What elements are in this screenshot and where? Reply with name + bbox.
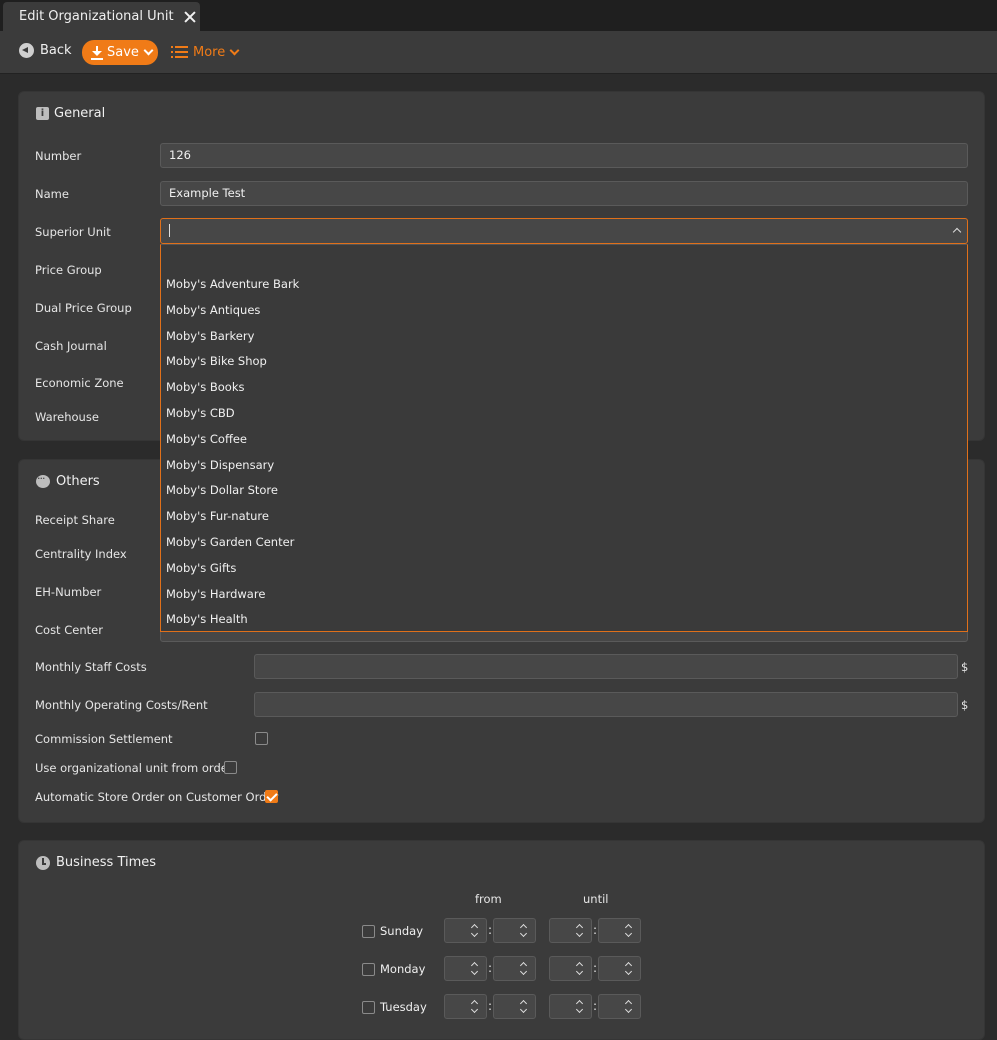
dropdown-option[interactable]: Moby's Gifts — [166, 561, 236, 575]
cash-journal-label: Cash Journal — [35, 339, 107, 353]
currency-symbol: $ — [961, 698, 969, 712]
dropdown-option[interactable]: Moby's Dollar Store — [166, 483, 278, 497]
dropdown-option[interactable]: Moby's Books — [166, 380, 244, 394]
use-org-unit-checkbox[interactable] — [224, 761, 237, 774]
staff-costs-input[interactable] — [254, 654, 958, 679]
day-checkbox[interactable] — [362, 1000, 375, 1014]
until-hour-spinner[interactable] — [549, 956, 592, 981]
back-label: Back — [40, 43, 72, 58]
download-icon — [91, 45, 103, 60]
clock-icon — [36, 855, 50, 870]
until-minute-spinner[interactable] — [598, 994, 641, 1019]
dropdown-option[interactable]: Moby's Garden Center — [166, 535, 294, 549]
close-icon[interactable] — [183, 10, 197, 24]
dropdown-option[interactable]: Moby's Fur-nature — [166, 509, 269, 523]
dropdown-option[interactable]: Moby's CBD — [166, 406, 235, 420]
info-icon: i — [36, 107, 49, 120]
from-minute-spinner[interactable] — [493, 956, 536, 981]
name-input[interactable]: Example Test — [160, 181, 968, 206]
auto-store-order-label: Automatic Store Order on Customer Order — [35, 790, 279, 804]
dropdown-option[interactable]: Moby's Coffee — [166, 432, 247, 446]
until-hour-spinner[interactable] — [549, 994, 592, 1019]
general-title: i General — [36, 106, 105, 121]
time-separator: : — [593, 999, 598, 1013]
day-checkbox[interactable] — [362, 924, 375, 938]
from-hour-spinner[interactable] — [444, 994, 487, 1019]
from-header: from — [475, 892, 502, 906]
from-minute-spinner[interactable] — [493, 918, 536, 943]
text-caret — [169, 224, 170, 237]
number-input[interactable]: 126 — [160, 143, 968, 168]
tab-edit-organizational-unit[interactable]: Edit Organizational Unit — [3, 2, 200, 31]
day-checkbox-tuesday[interactable]: Tuesday — [362, 1000, 427, 1014]
time-separator: : — [593, 923, 598, 937]
tab-bar: Edit Organizational Unit — [0, 0, 997, 31]
until-header: until — [583, 892, 609, 906]
economic-zone-label: Economic Zone — [35, 376, 124, 390]
tab-title: Edit Organizational Unit — [19, 9, 174, 24]
dropdown-option[interactable]: Moby's Barkery — [166, 329, 254, 343]
toolbar: Back Save More — [0, 31, 997, 74]
dropdown-option[interactable]: Moby's Dispensary — [166, 458, 274, 472]
back-button[interactable]: Back — [19, 43, 72, 58]
chat-icon — [36, 472, 50, 488]
day-label: Tuesday — [380, 1000, 427, 1014]
until-minute-spinner[interactable] — [598, 918, 641, 943]
centrality-index-label: Centrality Index — [35, 547, 127, 561]
name-label: Name — [35, 187, 69, 201]
use-org-unit-label: Use organizational unit from order — [35, 761, 233, 775]
warehouse-label: Warehouse — [35, 410, 99, 424]
others-title: Others — [36, 472, 100, 489]
day-checkbox-sunday[interactable]: Sunday — [362, 924, 423, 938]
time-separator: : — [488, 999, 493, 1013]
dropdown-option[interactable]: Moby's Adventure Bark — [166, 277, 299, 291]
until-minute-spinner[interactable] — [598, 956, 641, 981]
superior-unit-select[interactable] — [160, 218, 968, 244]
currency-symbol: $ — [961, 660, 969, 674]
dropdown-option[interactable]: Moby's Bike Shop — [166, 354, 267, 368]
staff-costs-label: Monthly Staff Costs — [35, 660, 147, 674]
chevron-down-icon — [229, 45, 240, 56]
dropdown-option[interactable]: Moby's Hardware — [166, 587, 265, 601]
general-title-text: General — [54, 106, 106, 121]
day-checkbox-monday[interactable]: Monday — [362, 962, 425, 976]
day-label: Monday — [380, 962, 426, 976]
list-icon — [171, 46, 188, 59]
more-button[interactable]: More — [171, 45, 240, 60]
chevron-down-icon — [143, 45, 154, 56]
back-arrow-icon — [19, 43, 34, 58]
time-separator: : — [488, 961, 493, 975]
business-times-title: Business Times — [36, 855, 156, 870]
time-separator: : — [488, 923, 493, 937]
others-title-text: Others — [56, 474, 100, 489]
receipt-share-label: Receipt Share — [35, 513, 115, 527]
day-checkbox[interactable] — [362, 962, 375, 976]
dropdown-option[interactable]: Moby's Antiques — [166, 303, 260, 317]
from-minute-spinner[interactable] — [493, 994, 536, 1019]
operating-costs-label: Monthly Operating Costs/Rent — [35, 698, 208, 712]
cost-center-label: Cost Center — [35, 623, 103, 637]
chevron-up-icon[interactable] — [952, 227, 962, 237]
dropdown-option[interactable]: Moby's Health — [166, 612, 248, 626]
commission-settlement-label: Commission Settlement — [35, 732, 173, 746]
from-hour-spinner[interactable] — [444, 918, 487, 943]
operating-costs-input[interactable] — [254, 692, 958, 717]
time-separator: : — [593, 961, 598, 975]
business-times-title-text: Business Times — [56, 855, 157, 870]
superior-unit-label: Superior Unit — [35, 225, 111, 239]
number-label: Number — [35, 149, 82, 163]
superior-unit-dropdown: Moby's Adventure Bark Moby's Antiques Moby… — [160, 244, 968, 632]
until-hour-spinner[interactable] — [549, 918, 592, 943]
day-label: Sunday — [380, 924, 424, 938]
commission-settlement-checkbox[interactable] — [255, 732, 268, 745]
eh-number-label: EH-Number — [35, 585, 102, 599]
price-group-label: Price Group — [35, 263, 102, 277]
save-label: Save — [107, 45, 139, 60]
more-label: More — [193, 45, 226, 60]
auto-store-order-checkbox[interactable] — [265, 790, 278, 803]
from-hour-spinner[interactable] — [444, 956, 487, 981]
save-button[interactable]: Save — [82, 40, 158, 65]
dual-price-group-label: Dual Price Group — [35, 301, 132, 315]
